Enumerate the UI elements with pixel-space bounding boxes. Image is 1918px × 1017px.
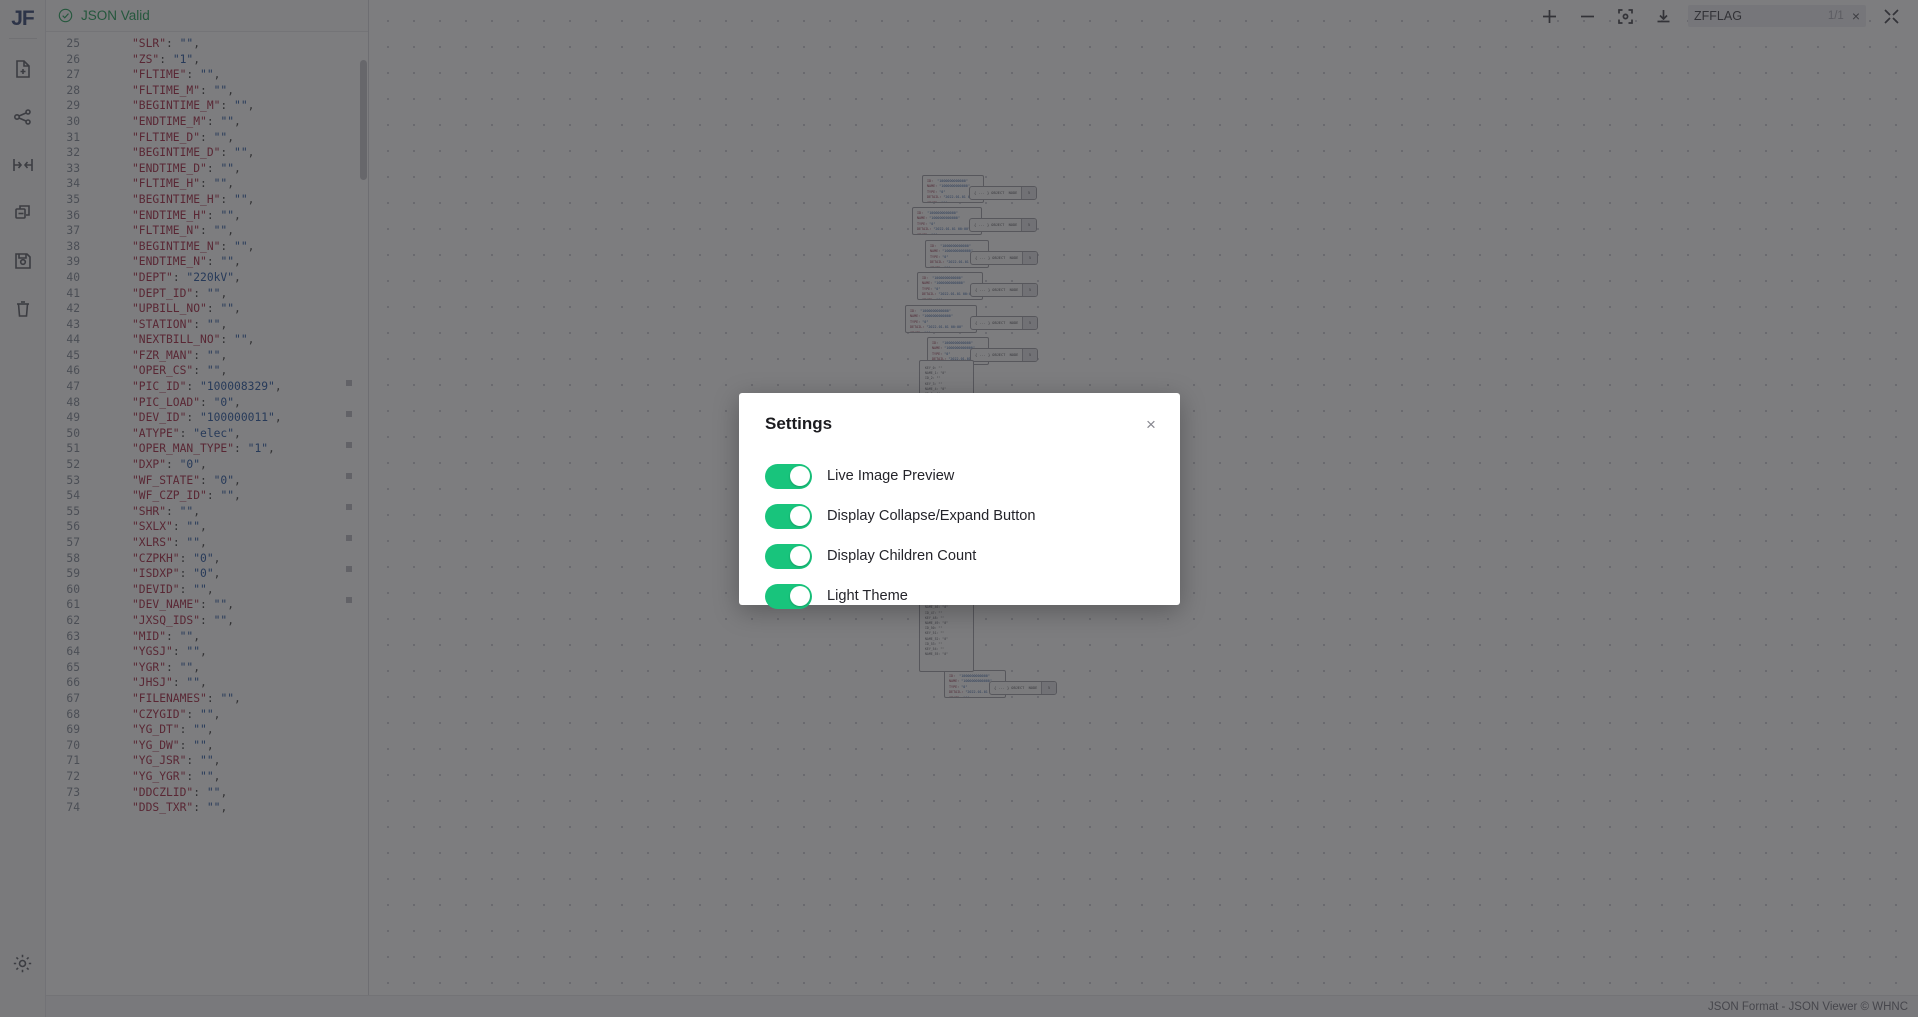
- close-icon[interactable]: ×: [1140, 413, 1162, 435]
- settings-option-list: Live Image Preview Display Collapse/Expan…: [765, 456, 1154, 616]
- toggle-switch[interactable]: [765, 543, 812, 569]
- settings-option-label: Light Theme: [827, 588, 908, 604]
- settings-option-label: Display Children Count: [827, 548, 977, 564]
- settings-option-label: Live Image Preview: [827, 468, 955, 484]
- toggle-switch[interactable]: [765, 463, 812, 489]
- toggle-switch[interactable]: [765, 503, 812, 529]
- settings-option-row: Live Image Preview: [765, 456, 1154, 496]
- dialog-title: Settings: [765, 414, 833, 433]
- settings-option-label: Display Collapse/Expand Button: [827, 508, 1036, 524]
- settings-option-row: Display Collapse/Expand Button: [765, 496, 1154, 536]
- toggle-knob: [789, 466, 810, 486]
- settings-dialog: Settings × Live Image Preview Display Col…: [739, 393, 1180, 609]
- toggle-switch[interactable]: [765, 583, 812, 609]
- settings-option-row: Light Theme: [765, 576, 1154, 616]
- toggle-knob: [789, 546, 810, 566]
- toggle-knob: [789, 586, 810, 606]
- settings-option-row: Display Children Count: [765, 536, 1154, 576]
- toggle-knob: [789, 506, 810, 526]
- app-root: JF JSON Valid: [0, 0, 1918, 1017]
